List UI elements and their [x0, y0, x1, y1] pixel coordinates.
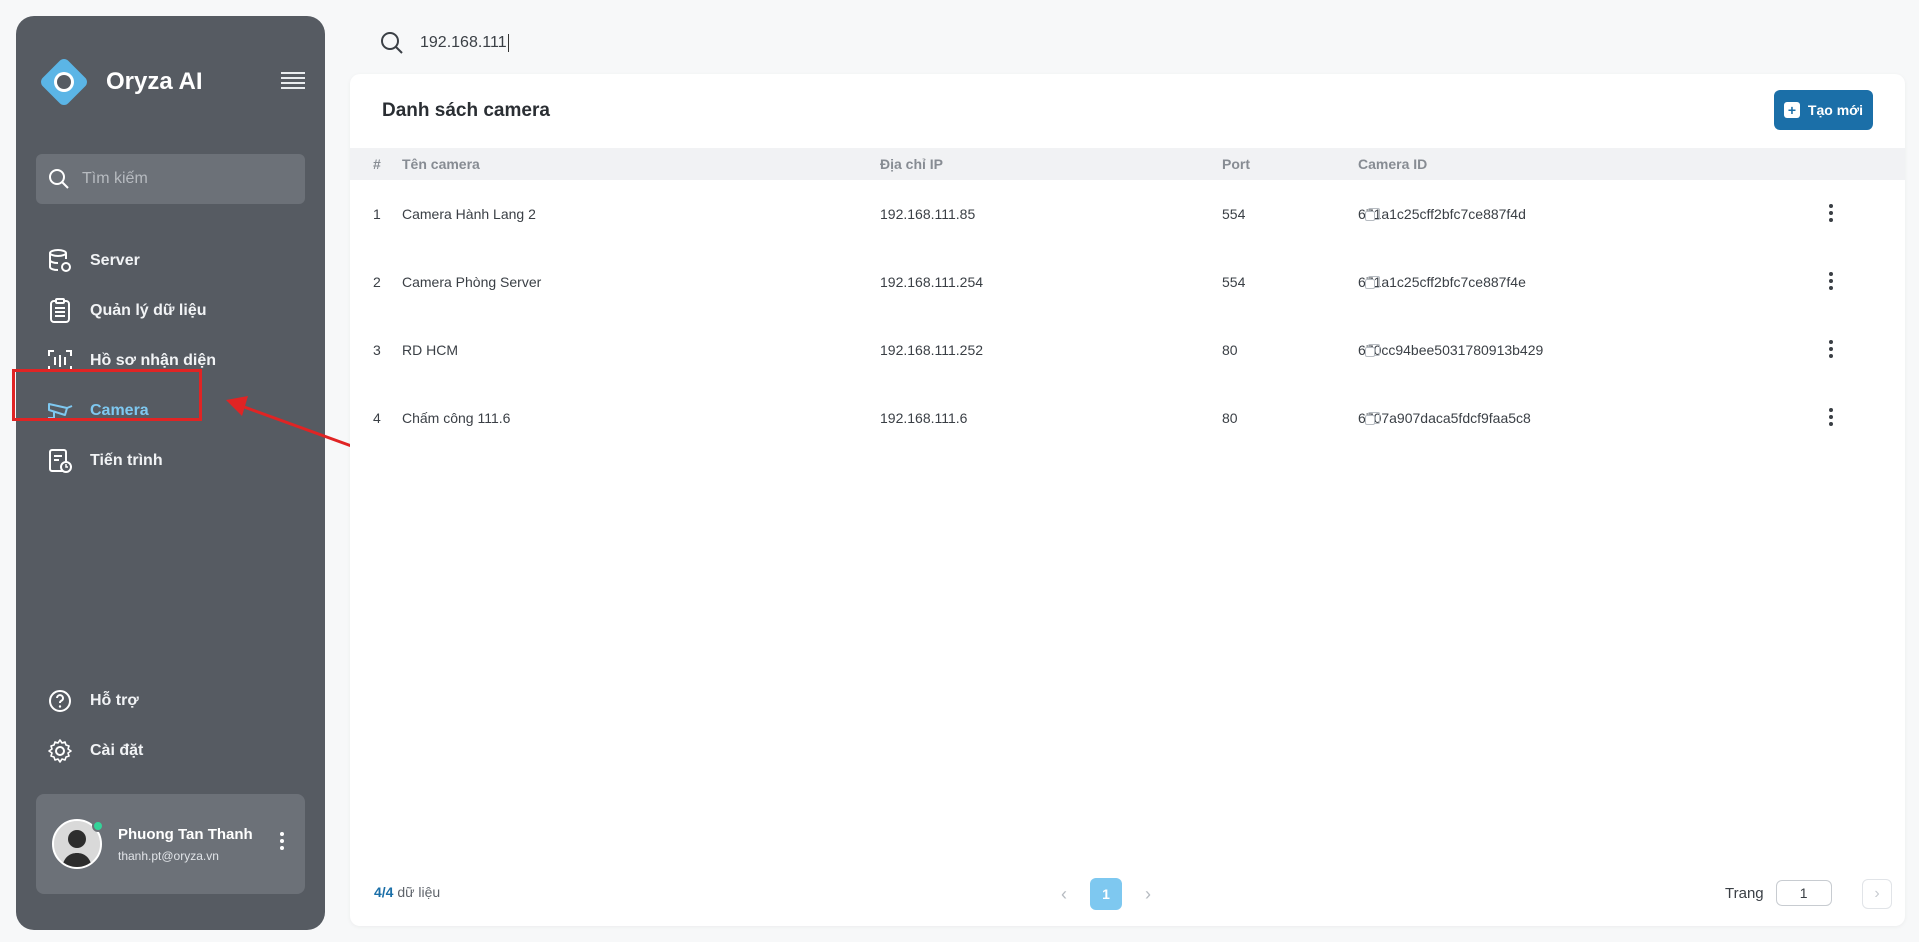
- sidebar-search-input[interactable]: [82, 170, 282, 188]
- page-jump-label: Trang: [1725, 884, 1764, 902]
- cell-index: 1: [373, 206, 381, 222]
- sidebar-item-process[interactable]: Tiến trình: [16, 436, 325, 486]
- cell-camera-name: Camera Phòng Server: [402, 274, 542, 290]
- user-email: thanh.pt@oryza.vn: [118, 848, 219, 863]
- clipboard-list-icon: [46, 297, 74, 325]
- user-name: Phuong Tan Thanh: [118, 825, 253, 843]
- copy-icon[interactable]: [1365, 276, 1380, 289]
- camera-id-text: 670cc94bee5031780913b429: [1358, 342, 1544, 358]
- search-icon: [381, 32, 403, 54]
- column-header-ip[interactable]: Địa chỉ IP: [880, 156, 943, 172]
- table-header: # Tên camera Địa chỉ IP Port Camera ID: [350, 148, 1905, 180]
- sidebar: Oryza AI Server Quản lý dữ liệu: [16, 16, 325, 930]
- table-row[interactable]: 4 Chấm công 111.6 192.168.111.6 80 6707a…: [350, 384, 1905, 452]
- record-count-shown: 4: [374, 884, 382, 900]
- page-number-current[interactable]: 1: [1090, 878, 1122, 910]
- cell-camera-name: Chấm công 111.6: [402, 410, 511, 426]
- cell-ip: 192.168.111.85: [880, 206, 976, 222]
- cell-port: 554: [1222, 206, 1246, 222]
- search-icon: [49, 169, 69, 189]
- camera-id-text: 6707a907daca5fdcf9faa5c8: [1358, 410, 1531, 426]
- sidebar-item-label: Quản lý dữ liệu: [90, 302, 207, 319]
- sidebar-item-label: Hồ sơ nhận diện: [90, 352, 217, 369]
- camera-id-text: 671a1c25cff2bfc7ce887f4e: [1358, 274, 1526, 290]
- sidebar-bottom-nav: Hỗ trợ Cài đặt: [16, 676, 325, 776]
- annotation-highlight-box: [12, 369, 202, 421]
- brand-name: Oryza AI: [106, 68, 203, 95]
- sidebar-item-label: Server: [90, 252, 140, 269]
- sidebar-item-server[interactable]: Server: [16, 236, 325, 286]
- menu-toggle-icon[interactable]: [281, 72, 305, 92]
- row-actions-icon[interactable]: [1828, 204, 1834, 224]
- cell-camera-name: RD HCM: [402, 342, 458, 358]
- copy-icon[interactable]: [1365, 412, 1380, 425]
- copy-icon[interactable]: [1365, 344, 1380, 357]
- create-button-label: Tạo mới: [1807, 102, 1863, 118]
- gear-icon: [46, 737, 74, 765]
- user-info: Phuong Tan Thanh thanh.pt@oryza.vn: [118, 826, 253, 863]
- top-search-value: 192.168.111: [420, 34, 507, 52]
- camera-id-text: 671a1c25cff2bfc7ce887f4d: [1358, 206, 1526, 222]
- plus-icon: +: [1783, 102, 1800, 118]
- sidebar-item-data-management[interactable]: Quản lý dữ liệu: [16, 286, 325, 336]
- column-header-camera-id[interactable]: Camera ID: [1358, 156, 1427, 172]
- top-search[interactable]: 192.168.111: [380, 28, 509, 58]
- text-caret: [507, 33, 509, 52]
- table-row[interactable]: 1 Camera Hành Lang 2 192.168.111.85 554 …: [350, 180, 1905, 248]
- cell-port: 80: [1222, 410, 1238, 426]
- camera-list-card: Danh sách camera + Tạo mới # Tên camera …: [350, 74, 1905, 926]
- page-jump-next-icon[interactable]: ›: [1862, 879, 1892, 909]
- cell-index: 3: [373, 342, 381, 358]
- sidebar-search[interactable]: [36, 154, 305, 204]
- oryza-logo-icon: [36, 54, 92, 110]
- create-button[interactable]: + Tạo mới: [1773, 90, 1873, 130]
- record-count-suffix: dữ liệu: [393, 884, 441, 900]
- sidebar-item-label: Hỗ trợ: [90, 692, 139, 709]
- cell-ip: 192.168.111.6: [880, 410, 968, 426]
- cell-ip: 192.168.111.254: [880, 274, 984, 290]
- sidebar-item-settings[interactable]: Cài đặt: [16, 726, 325, 776]
- app-root: Oryza AI Server Quản lý dữ liệu: [0, 0, 1919, 942]
- brand: Oryza AI: [36, 54, 202, 110]
- page-title: Danh sách camera: [382, 100, 550, 121]
- cell-port: 80: [1222, 342, 1238, 358]
- sidebar-item-label: Cài đặt: [90, 742, 144, 759]
- sidebar-item-label: Tiến trình: [90, 452, 163, 469]
- sidebar-item-help[interactable]: Hỗ trợ: [16, 676, 325, 726]
- page-jump: Trang: [1725, 880, 1832, 906]
- cell-ip: 192.168.111.252: [880, 342, 984, 358]
- page-jump-input[interactable]: [1775, 880, 1832, 906]
- pagination: ‹ 1 ›: [1050, 878, 1162, 910]
- top-search-input[interactable]: 192.168.111: [420, 33, 509, 52]
- cell-camera-name: Camera Hành Lang 2: [402, 206, 536, 222]
- user-card[interactable]: Phuong Tan Thanh thanh.pt@oryza.vn: [36, 794, 305, 894]
- row-actions-icon[interactable]: [1828, 272, 1834, 292]
- record-count: 4/4 dữ liệu: [374, 884, 440, 900]
- help-icon: [46, 687, 74, 715]
- column-header-index: #: [373, 156, 381, 172]
- chevron-right-icon[interactable]: ›: [1134, 879, 1162, 909]
- record-count-total: /4: [381, 884, 394, 900]
- server-icon: [46, 247, 74, 275]
- row-actions-icon[interactable]: [1828, 340, 1834, 360]
- table-row[interactable]: 3 RD HCM 192.168.111.252 80 670cc94bee50…: [350, 316, 1905, 384]
- sidebar-nav: Server Quản lý dữ liệu Hồ sơ nhận diện C…: [16, 236, 325, 486]
- table-row[interactable]: 2 Camera Phòng Server 192.168.111.254 55…: [350, 248, 1905, 316]
- row-actions-icon[interactable]: [1828, 408, 1834, 428]
- copy-icon[interactable]: [1365, 208, 1380, 221]
- cell-index: 2: [373, 274, 381, 290]
- column-header-name[interactable]: Tên camera: [402, 156, 480, 172]
- online-status-dot: [92, 820, 104, 832]
- user-more-icon[interactable]: [279, 832, 285, 854]
- cell-port: 554: [1222, 274, 1246, 290]
- process-icon: [46, 447, 74, 475]
- column-header-port[interactable]: Port: [1222, 156, 1250, 172]
- cell-index: 4: [373, 410, 381, 426]
- chevron-left-icon[interactable]: ‹: [1050, 879, 1078, 909]
